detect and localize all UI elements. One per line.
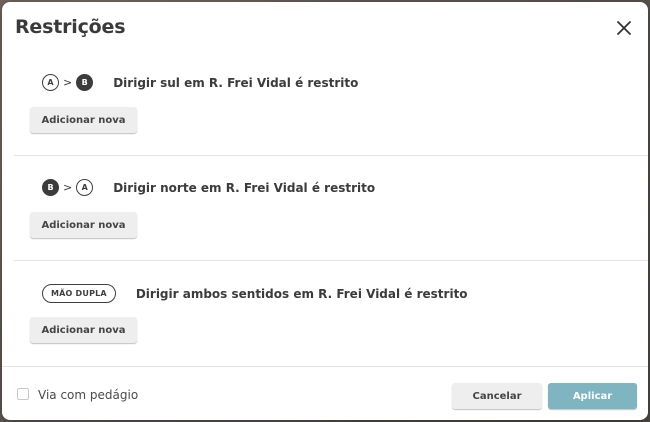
- two-way-badge: MÃO DUPLA: [42, 284, 116, 303]
- from-node-badge: B: [42, 179, 59, 196]
- add-restriction-button[interactable]: Adicionar nova: [30, 212, 137, 238]
- section-divider: [14, 260, 648, 261]
- add-restriction-button[interactable]: Adicionar nova: [30, 107, 137, 133]
- footer-divider: [2, 366, 648, 367]
- restrictions-dialog: Restrições A > B Dirigir sul em R. Frei …: [2, 2, 648, 420]
- cancel-button[interactable]: Cancelar: [452, 383, 542, 409]
- toll-label: Via com pedágio: [38, 388, 139, 402]
- section-divider: [14, 155, 648, 156]
- restriction-row-north: B > A Dirigir norte em R. Frei Vidal é r…: [42, 179, 375, 196]
- close-icon[interactable]: [612, 16, 636, 40]
- direction-separator: >: [63, 76, 73, 89]
- restriction-description: Dirigir sul em R. Frei Vidal é restrito: [113, 75, 359, 90]
- to-node-badge: B: [76, 74, 94, 91]
- direction-separator: >: [63, 181, 73, 194]
- add-restriction-button[interactable]: Adicionar nova: [30, 317, 137, 343]
- apply-button[interactable]: Aplicar: [548, 383, 637, 409]
- dialog-title: Restrições: [15, 16, 126, 38]
- restriction-description: Dirigir norte em R. Frei Vidal é restrit…: [113, 180, 376, 195]
- toll-checkbox[interactable]: [17, 388, 29, 400]
- restriction-description: Dirigir ambos sentidos em R. Frei Vidal …: [135, 286, 468, 301]
- to-node-badge: A: [76, 179, 94, 196]
- restriction-row-south: A > B Dirigir sul em R. Frei Vidal é res…: [42, 74, 358, 91]
- restriction-row-both: MÃO DUPLA Dirigir ambos sentidos em R. F…: [42, 284, 468, 303]
- from-node-badge: A: [42, 74, 59, 91]
